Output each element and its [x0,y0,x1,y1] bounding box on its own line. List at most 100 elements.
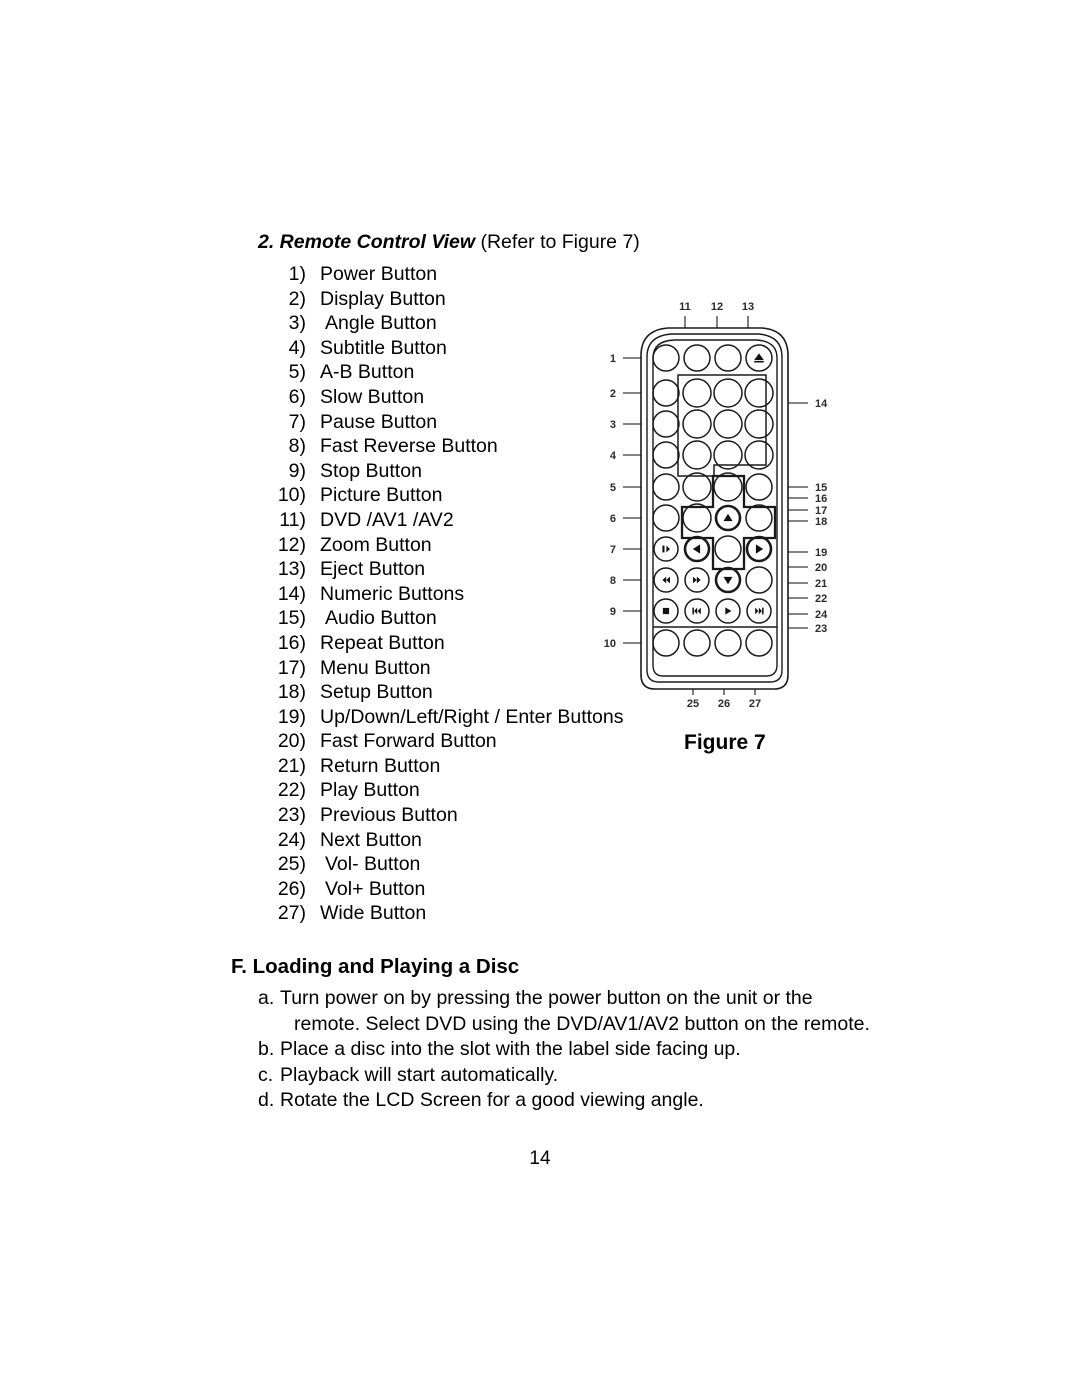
list-item-number: 23) [277,804,306,827]
list-item-number: 17) [277,656,306,679]
step-text-line1: Rotate the LCD Screen for a good viewing… [280,1089,704,1111]
step-letter: c. [258,1063,274,1086]
list-item-number: 26) [277,877,306,900]
list-item-number: 10) [277,484,306,507]
list-item-number: 9) [288,459,306,482]
section-heading-plain: (Refer to Figure 7) [475,231,640,253]
callout-labels-bottom: 25 26 27 [687,698,761,710]
remote-control-diagram: 11 12 13 1 2 3 4 5 6 7 8 9 10 14 15 16 1… [596,290,856,730]
remote-button-list-item: 1) Power Button [258,262,658,287]
remote-button-list-item: 27) Wide Button [258,901,658,926]
list-item-number: 24) [277,828,306,851]
remote-button-list-item: 26) Vol+ Button [258,877,658,902]
callout-labels-left: 1 2 3 4 5 6 7 8 9 10 [604,353,617,650]
list-item-number: 12) [277,533,306,556]
loading-step: d. Rotate the LCD Screen for a good viewi… [258,1088,958,1114]
list-item-number: 6) [288,385,306,408]
list-item-number: 22) [277,779,306,802]
svg-text:5: 5 [610,482,616,494]
list-item-number: 4) [288,336,306,359]
list-item-number: 1) [288,263,306,285]
list-item-label: Slow Button [320,385,425,408]
svg-text:22: 22 [815,593,827,605]
svg-text:9: 9 [610,606,616,618]
svg-text:11: 11 [679,301,691,313]
step-letter: a. [258,987,275,1009]
list-item-number: 13) [277,558,306,581]
list-item-label: Stop Button [320,459,422,482]
list-item-number: 5) [288,361,306,384]
list-item-label: Subtitle Button [320,336,447,359]
loading-step: c. Playback will start automatically. [258,1063,958,1089]
remote-diagram-svg: 11 12 13 1 2 3 4 5 6 7 8 9 10 14 15 16 1… [604,301,828,710]
stop-icon [662,607,670,615]
svg-text:20: 20 [815,562,827,574]
svg-text:12: 12 [711,301,723,313]
svg-text:13: 13 [742,301,754,313]
list-item-label: Angle Button [325,312,437,335]
remote-button-list-item: 23) Previous Button [258,803,658,828]
list-item-number: 20) [277,730,306,753]
list-item-label: Repeat Button [320,631,445,654]
svg-text:3: 3 [610,419,616,431]
list-item-label: Next Button [320,828,422,851]
list-item-label: Audio Button [325,607,437,630]
list-item-label: Picture Button [320,484,443,507]
list-item-number: 11) [279,508,306,531]
svg-text:14: 14 [815,398,828,410]
list-item-label: Numeric Buttons [320,582,465,605]
list-item-label: Fast Reverse Button [320,435,498,458]
svg-text:21: 21 [815,578,827,590]
svg-text:2: 2 [610,388,616,400]
list-item-label: Power Button [320,263,438,285]
loading-step: b. Place a disc into the slot with the la… [258,1037,958,1063]
list-item-number: 18) [277,681,306,704]
list-item-label: Zoom Button [320,533,432,556]
list-item-label: Up/Down/Left/Right / Enter Buttons [320,705,624,728]
svg-text:6: 6 [610,513,616,525]
list-item-number: 19) [277,705,306,728]
list-item-label: Previous Button [320,804,458,827]
loading-section-heading: F. Loading and Playing a Disc [231,955,520,978]
step-text-line1: Playback will start automatically. [280,1063,559,1086]
list-item-label: Fast Forward Button [320,730,497,753]
svg-text:18: 18 [815,516,827,528]
remote-button-list-item: 22) Play Button [258,778,658,803]
list-item-label: Return Button [320,754,441,777]
list-item-number: 14) [277,582,306,605]
list-item-label: Pause Button [320,410,438,433]
callout-labels-top: 11 12 13 [679,301,754,313]
svg-text:1: 1 [610,353,616,365]
list-item-number: 25) [277,853,306,876]
remote-button-list-item: 25) Vol- Button [258,852,658,877]
callout-labels-right: 14 15 16 17 18 19 20 21 22 24 23 [815,398,828,635]
svg-text:25: 25 [687,698,699,710]
step-text: Playback will start automatically. [280,1063,958,1089]
list-item-label: Vol+ Button [325,877,426,900]
list-item-number: 16) [277,631,306,654]
step-text-line2: remote. Select DVD using the DVD/AV1/AV2… [294,1012,870,1035]
list-item-number: 15) [277,607,306,630]
step-letter: d. [258,1089,275,1111]
step-text: Rotate the LCD Screen for a good viewing… [280,1088,958,1114]
remote-button-list-item: 24) Next Button [258,828,658,853]
list-item-label: Eject Button [320,558,426,581]
step-text: Turn power on by pressing the power butt… [280,986,958,1037]
figure-caption: Figure 7 [684,731,766,754]
svg-text:27: 27 [749,698,761,710]
loading-step: a. Turn power on by pressing the power bu… [258,986,958,1037]
remote-button-list-item: 20) Fast Forward Button [258,729,658,754]
step-text-line1: Turn power on by pressing the power butt… [280,987,813,1009]
remote-button-list-item: 21) Return Button [258,754,658,779]
list-item-label: Display Button [320,287,446,310]
list-item-number: 2) [288,287,306,310]
page-number: 14 [529,1148,551,1169]
list-item-label: Play Button [320,779,420,802]
svg-text:19: 19 [815,547,827,559]
list-item-label: Vol- Button [325,853,421,876]
list-item-number: 27) [277,902,306,925]
list-item-label: A-B Button [320,361,415,384]
step-text-line1: Place a disc into the slot with the labe… [280,1038,741,1060]
svg-text:26: 26 [718,698,730,710]
list-item-label: DVD /AV1 /AV2 [320,508,454,531]
